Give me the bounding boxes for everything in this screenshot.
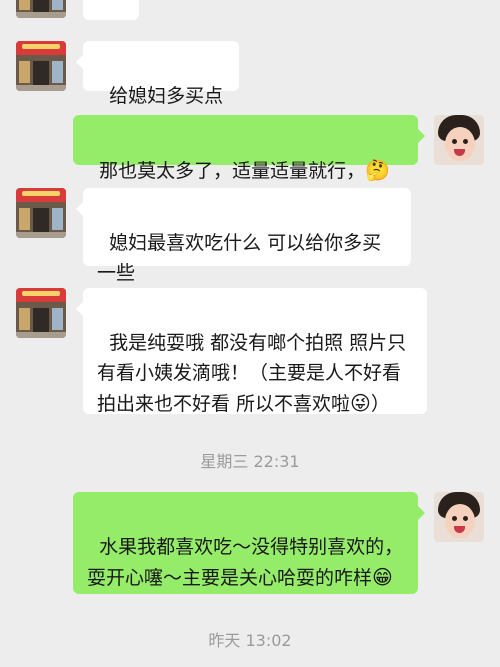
contact-avatar[interactable] [16, 0, 66, 18]
timestamp-divider: 星期三 22:31 [200, 452, 300, 471]
contact-avatar[interactable] [16, 188, 66, 238]
winking-tongue-emoji-icon: 😜 [350, 391, 371, 415]
message-text: 那也莫太多了，适量适量就行， [99, 160, 366, 182]
message-text: 媳妇最喜欢吃什么 可以给你多买一些 [97, 232, 382, 284]
timestamp-divider: 昨天 13:02 [208, 631, 292, 650]
message-text: 给媳妇多买点 [109, 85, 224, 107]
message-text-tail: ） [370, 393, 390, 415]
self-avatar[interactable] [434, 492, 484, 542]
message-text: 水果我都喜欢吃～没得特别喜欢的，耍开心噻～主要是关心哈耍的咋样 [87, 536, 404, 589]
message-bubble-incoming[interactable]: 给媳妇多买点 [76, 41, 239, 107]
message-bubble-outgoing[interactable]: 那也莫太多了，适量适量就行，🤔 [73, 115, 425, 182]
self-avatar[interactable] [434, 115, 484, 165]
message-bubble-outgoing[interactable]: 水果我都喜欢吃～没得特别喜欢的，耍开心噻～主要是关心哈耍的咋样😁 [73, 492, 425, 594]
thinking-face-emoji-icon: 🤔 [365, 158, 391, 182]
contact-avatar[interactable] [16, 288, 66, 338]
message-bubble-incoming[interactable]: 好 [83, 0, 139, 66]
message-bubble-incoming[interactable]: 我是纯耍哦 都没有啷个拍照 照片只有看小姨发滴哦！（主要是人不好看 拍出来也不好… [76, 288, 427, 415]
contact-avatar[interactable] [16, 41, 66, 91]
grinning-face-emoji-icon: 😁 [372, 565, 393, 589]
message-bubble-incoming[interactable]: 媳妇最喜欢吃什么 可以给你多买一些 [76, 188, 411, 284]
